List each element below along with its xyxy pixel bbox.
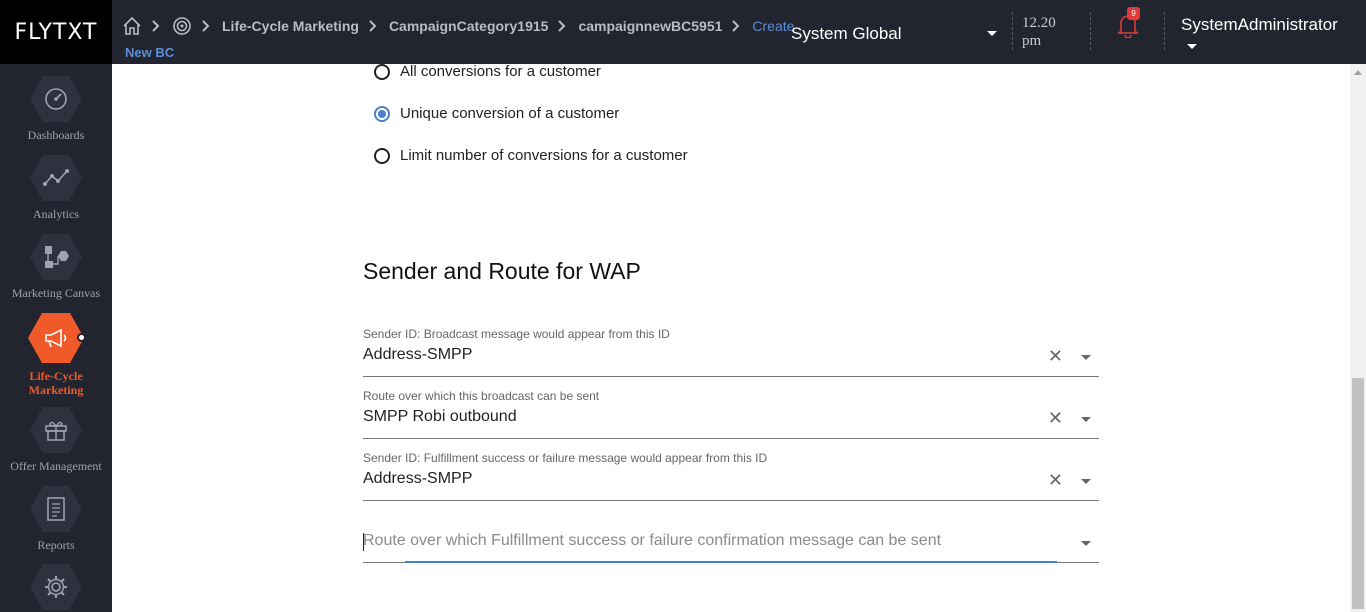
home-icon[interactable]: [122, 16, 142, 36]
sidebar-item-label: Marketing Canvas: [11, 286, 101, 300]
caret-down-icon[interactable]: [1081, 479, 1091, 484]
radio-button[interactable]: [374, 63, 390, 80]
breadcrumb-current: Create: [752, 18, 795, 34]
sidebar: Dashboards Analytics Marketing Canvas Li…: [0, 64, 112, 612]
section-title: Sender and Route for WAP: [363, 258, 641, 284]
clear-icon[interactable]: ✕: [1048, 409, 1063, 427]
radio-label: Unique conversion of a customer: [400, 105, 620, 122]
caret-down-icon[interactable]: [987, 31, 997, 36]
sidebar-item-lifecycle-marketing[interactable]: Life-Cycle Marketing: [0, 313, 112, 397]
sender-id-fulfillment-select[interactable]: Sender ID: Fulfillment success or failur…: [363, 451, 1099, 501]
field-label: Sender ID: Fulfillment success or failur…: [363, 451, 768, 465]
gauge-icon: [30, 76, 82, 122]
time-value: 12.20: [1022, 15, 1056, 31]
scroll-up-arrow-icon[interactable]: [1354, 70, 1362, 75]
radio-button-selected[interactable]: [374, 105, 390, 122]
radio-all-conversions[interactable]: All conversions for a customer: [374, 63, 601, 80]
fulfillment-route-select[interactable]: Route over which Fulfillment success or …: [363, 513, 1099, 563]
gift-icon: [30, 407, 82, 453]
sidebar-item-marketing-canvas[interactable]: Marketing Canvas: [0, 234, 112, 300]
field-label: Route over which this broadcast can be s…: [363, 389, 600, 403]
top-bar: FLYTXT Life-Cycle Marketing CampaignCate…: [0, 0, 1366, 64]
chevron-right-icon: [558, 20, 566, 32]
sidebar-item-offer-management[interactable]: Offer Management: [0, 407, 112, 473]
time-meridiem: pm: [1022, 33, 1042, 49]
gear-icon: [30, 564, 82, 610]
scrollbar-thumb[interactable]: [1352, 378, 1364, 609]
sidebar-item-settings[interactable]: [0, 564, 112, 610]
active-indicator: [77, 333, 86, 342]
caret-down-icon[interactable]: [1081, 355, 1091, 360]
sidebar-item-label: Dashboards: [27, 128, 85, 142]
chevron-right-icon: [202, 20, 210, 32]
clear-icon[interactable]: ✕: [1048, 471, 1063, 489]
divider: [1164, 12, 1165, 50]
field-placeholder: Route over which Fulfillment success or …: [363, 532, 942, 549]
radio-label: Limit number of conversions for a custom…: [400, 147, 688, 164]
sidebar-item-label: Life-Cycle Marketing: [28, 369, 84, 397]
sidebar-item-label: Offer Management: [10, 459, 102, 473]
breadcrumb: Life-Cycle Marketing CampaignCategory191…: [122, 14, 794, 38]
flow-diagram-icon: [30, 234, 82, 280]
caret-down-icon[interactable]: [1081, 541, 1091, 546]
target-icon[interactable]: [172, 16, 192, 36]
sidebar-item-label: Reports: [37, 538, 75, 552]
region-selector[interactable]: System Global: [791, 24, 902, 44]
caret-down-icon[interactable]: [1187, 44, 1197, 49]
field-value: Address-SMPP: [363, 470, 473, 487]
radio-limit-conversions[interactable]: Limit number of conversions for a custom…: [374, 147, 688, 164]
divider: [1012, 12, 1013, 50]
field-value: SMPP Robi outbound: [363, 408, 517, 425]
sidebar-item-analytics[interactable]: Analytics: [0, 155, 112, 221]
line-chart-icon: [30, 155, 82, 201]
clear-icon[interactable]: ✕: [1048, 347, 1063, 365]
caret-down-icon[interactable]: [1081, 417, 1091, 422]
report-icon: [30, 486, 82, 532]
chevron-right-icon: [369, 20, 377, 32]
clock: 12.20 pm: [1022, 14, 1072, 50]
chevron-right-icon: [152, 20, 160, 32]
megaphone-icon: [28, 313, 84, 363]
flytxt-logo[interactable]: FLYTXT: [0, 0, 112, 64]
radio-button[interactable]: [374, 147, 390, 164]
divider: [1090, 12, 1091, 50]
sidebar-item-reports[interactable]: Reports: [0, 486, 112, 552]
chevron-right-icon: [732, 20, 740, 32]
radio-unique-conversion[interactable]: Unique conversion of a customer: [374, 105, 619, 122]
text-cursor: [363, 533, 364, 551]
field-label: Sender ID: Broadcast message would appea…: [363, 327, 670, 341]
breadcrumb-item-lifecycle[interactable]: Life-Cycle Marketing: [222, 18, 359, 34]
sidebar-item-label: Analytics: [33, 207, 79, 221]
breadcrumb-item-campaign[interactable]: campaignnewBC5951: [578, 18, 722, 34]
sender-id-broadcast-select[interactable]: Sender ID: Broadcast message would appea…: [363, 327, 1099, 377]
sidebar-item-dashboards[interactable]: Dashboards: [0, 76, 112, 142]
breadcrumb-item-category[interactable]: CampaignCategory1915: [389, 18, 549, 34]
scrollbar[interactable]: [1350, 64, 1366, 612]
broadcast-route-select[interactable]: Route over which this broadcast can be s…: [363, 389, 1099, 439]
main-content: All conversions for a customer Unique co…: [112, 63, 1350, 612]
user-menu[interactable]: SystemAdministrator: [1181, 15, 1338, 35]
focus-underline: [405, 561, 1057, 563]
breadcrumb-subtitle: New BC: [125, 45, 175, 60]
notification-badge: 9: [1127, 7, 1140, 20]
field-value: Address-SMPP: [363, 346, 473, 363]
radio-label: All conversions for a customer: [400, 63, 601, 80]
